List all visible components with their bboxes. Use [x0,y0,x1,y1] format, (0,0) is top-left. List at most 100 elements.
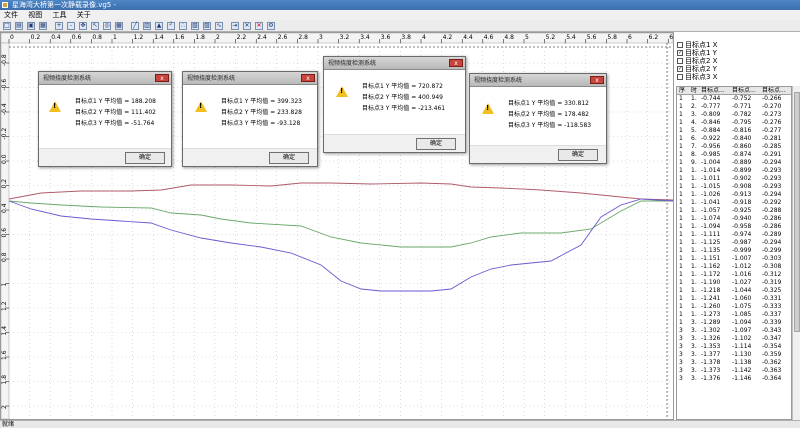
table-row[interactable]: 1 1. -1.190 -1.027 -0.319 [677,279,791,287]
table-row[interactable]: 1 1. -1.273 -1.085 -0.337 [677,311,791,319]
close-icon[interactable]: x [155,74,169,82]
table-scrollbar[interactable] [792,86,800,420]
close-icon[interactable]: x [590,76,604,84]
dialog-line: 目标点3 Y 平均值 = -213.461 [362,105,446,112]
x-tick-label: 1 [113,34,117,41]
close-x-icon[interactable]: ✕ [243,22,251,30]
x-tick-label: 0.8 [92,34,102,41]
legend-item[interactable]: 目标点3 X [676,74,800,82]
close-x-red-icon[interactable]: ✕ [255,22,263,30]
menu-tools[interactable]: 工具 [48,10,70,20]
dialog-footer: 确定 [324,134,465,152]
table-row[interactable]: 1 3. -1.289 -1.094 -0.339 [677,319,791,327]
x-tick-label: 0.2 [31,34,41,41]
table-row[interactable]: 3 3. -1.378 -1.138 -0.362 [677,359,791,367]
area-chart-icon[interactable]: ▲ [155,22,163,30]
table-row[interactable]: 1 6. -0.922 -0.840 -0.281 [677,135,791,143]
table-row[interactable]: 1 1. -1.241 -1.060 -0.331 [677,295,791,303]
column-header[interactable]: 目标点... [701,87,725,95]
chart-alt-icon[interactable]: ▨ [203,22,211,30]
table-row[interactable]: 1 1. -1.015 -0.908 -0.293 [677,183,791,191]
table-cell: -1.241 [701,295,721,302]
print-icon[interactable]: ▦ [39,22,47,30]
legend-checkbox[interactable]: ✓ [677,50,683,56]
x-tick-label: 5.4 [566,34,576,41]
table-row[interactable]: 1 1. -1.172 -1.016 -0.312 [677,271,791,279]
zoom-in-icon[interactable]: + [55,22,63,30]
table-row[interactable]: 3 3. -1.376 -1.146 -0.364 [677,375,791,383]
legend-checkbox[interactable]: ✓ [677,66,683,72]
menu-view[interactable]: 视图 [24,10,46,20]
table-row[interactable]: 3 3. -1.326 -1.102 -0.347 [677,335,791,343]
x-tick-label: 3.4 [360,34,370,41]
x-tick-label: 4.6 [484,34,494,41]
open-icon[interactable]: ▤ [15,22,23,30]
legend-checkbox[interactable] [677,42,683,48]
column-header[interactable]: 序 [679,87,685,95]
legend-checkbox[interactable] [677,58,683,64]
table-row[interactable]: 1 1. -1.041 -0.918 -0.292 [677,199,791,207]
table-row[interactable]: 1 2. -0.777 -0.771 -0.270 [677,103,791,111]
scatter-chart-icon[interactable]: ∴ [179,22,187,30]
close-icon[interactable]: x [301,74,315,82]
table-row[interactable]: 1 1. -1.135 -0.999 -0.299 [677,247,791,255]
settings-icon[interactable]: ⚙ [267,22,275,30]
table-row[interactable]: 1 1. -1.125 -0.987 -0.294 [677,239,791,247]
table-row[interactable]: 1 1. -1.260 -1.075 -0.333 [677,303,791,311]
chart-icon[interactable]: ▧ [191,22,199,30]
table-cell: 1 [679,167,683,174]
table-row[interactable]: 1 1. -1.026 -0.913 -0.294 [677,191,791,199]
table-cell: -0.312 [762,271,782,278]
table-row[interactable]: 1 1. -0.744 -0.752 -0.266 [677,95,791,103]
ok-button[interactable]: 确定 [416,138,456,150]
table-row[interactable]: 1 1. -1.111 -0.974 -0.289 [677,231,791,239]
export-icon[interactable]: ⇥ [231,22,239,30]
table-cell: -1.260 [701,303,721,310]
table-row[interactable]: 3 3. -1.302 -1.097 -0.343 [677,327,791,335]
table-row[interactable]: 1 1. -1.014 -0.899 -0.293 [677,167,791,175]
table-row[interactable]: 1 3. -0.809 -0.782 -0.273 [677,111,791,119]
table-row[interactable]: 1 7. -0.956 -0.860 -0.285 [677,143,791,151]
zoom-out-icon[interactable]: - [67,22,75,30]
table-row[interactable]: 1 1. -1.218 -1.044 -0.325 [677,287,791,295]
table-row[interactable]: 1 1. -1.094 -0.958 -0.286 [677,223,791,231]
table-row[interactable]: 1 8. -0.985 -0.874 -0.291 [677,151,791,159]
curve-icon[interactable]: ∿ [215,22,223,30]
menu-about[interactable]: 关于 [73,10,95,20]
target-icon[interactable]: ◎ [103,22,111,30]
result-dialog: 视频挠度检测系统 x ! 目标点1 Y 平均值 = 399.323 目标点2 Y… [182,71,318,167]
table-row[interactable]: 1 4. -0.846 -0.795 -0.276 [677,119,791,127]
table-row[interactable]: 1 1. -1.011 -0.902 -0.293 [677,175,791,183]
legend-checkbox[interactable] [677,74,683,80]
table-row[interactable]: 3 3. -1.353 -1.114 -0.354 [677,343,791,351]
step-chart-icon[interactable]: ┘ [167,22,175,30]
new-icon[interactable]: □ [3,22,11,30]
close-icon[interactable]: x [449,59,463,67]
table-row[interactable]: 3 3. -1.373 -1.142 -0.363 [677,367,791,375]
table-cell: -0.744 [701,95,721,102]
table-row[interactable]: 3 3. -1.377 -1.130 -0.359 [677,351,791,359]
grid-icon[interactable]: ▦ [115,22,123,30]
x-tick-label: 6.2 [649,34,659,41]
table-row[interactable]: 1 9. -1.004 -0.889 -0.294 [677,159,791,167]
menu-file[interactable]: 文件 [0,10,22,20]
scrollbar-thumb[interactable] [794,92,800,332]
pan-icon[interactable]: ✥ [79,22,87,30]
ok-button[interactable]: 确定 [125,152,165,164]
warning-icon: ! [195,101,207,112]
arrow-icon[interactable]: ↖ [91,22,99,30]
ok-button[interactable]: 确定 [558,149,598,161]
column-header[interactable]: 时 [691,87,697,95]
table-row[interactable]: 1 5. -0.884 -0.816 -0.277 [677,127,791,135]
table-row[interactable]: 1 1. -1.162 -1.012 -0.308 [677,263,791,271]
ok-button[interactable]: 确定 [269,152,309,164]
table-cell: 7. [691,143,697,150]
column-header[interactable]: 目标点... [732,87,756,95]
table-row[interactable]: 1 1. -1.057 -0.925 -0.288 [677,207,791,215]
table-row[interactable]: 1 1. -1.074 -0.940 -0.286 [677,215,791,223]
save-icon[interactable]: ▣ [27,22,35,30]
line-chart-icon[interactable]: ╱ [131,22,139,30]
bar-chart-icon[interactable]: ▥ [143,22,151,30]
column-header[interactable]: 目标点... [762,87,786,95]
table-row[interactable]: 1 1. -1.151 -1.007 -0.303 [677,255,791,263]
